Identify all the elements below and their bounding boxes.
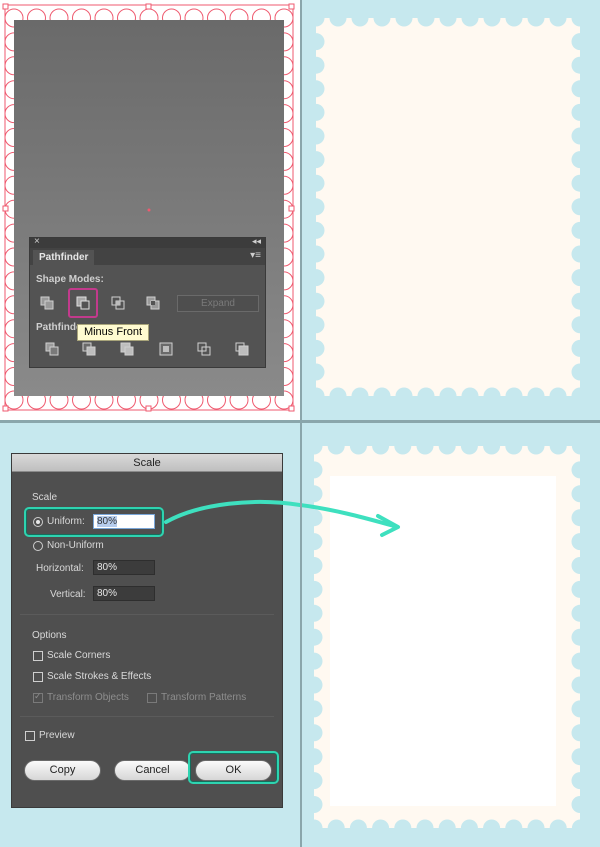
perforation <box>571 245 589 263</box>
unite-icon <box>40 296 54 310</box>
outline-icon <box>197 342 211 356</box>
crop-icon <box>159 342 173 356</box>
stamp-shape <box>307 9 589 405</box>
minus-front-button[interactable] <box>73 294 93 312</box>
trim-button[interactable] <box>79 340 99 358</box>
perforation <box>527 387 545 405</box>
panel-divider-vertical <box>300 0 302 847</box>
merge-button[interactable] <box>117 340 137 358</box>
expand-button[interactable]: Expand <box>177 295 259 312</box>
perforation <box>307 363 325 381</box>
perforation <box>549 387 567 405</box>
perforation <box>461 9 479 27</box>
perforation <box>571 127 589 145</box>
perforation <box>307 127 325 145</box>
perforation <box>351 387 369 405</box>
panel-tabbar: Pathfinder ▾≡ <box>30 248 265 265</box>
perforation <box>571 221 589 239</box>
perforation <box>307 316 325 334</box>
pathfinder-panel: × ◂◂ Pathfinder ▾≡ Shape Modes: Expand P… <box>29 236 266 368</box>
perforation <box>307 387 325 405</box>
collapse-icon[interactable]: ◂◂ <box>252 236 261 247</box>
perforation <box>307 33 325 51</box>
perforation <box>373 9 391 27</box>
perforation <box>461 387 479 405</box>
perforation <box>395 9 413 27</box>
perforation <box>571 80 589 98</box>
perforation <box>395 387 413 405</box>
perforation <box>571 316 589 334</box>
minus-back-icon <box>235 342 249 356</box>
perforation <box>571 33 589 51</box>
perforation <box>571 339 589 357</box>
merge-icon <box>120 342 134 356</box>
close-icon[interactable]: × <box>34 236 40 247</box>
divide-icon <box>45 342 59 356</box>
perforation <box>483 9 501 27</box>
shape-modes-label: Shape Modes: <box>36 274 104 285</box>
arrow-head <box>302 503 400 537</box>
intersect-button[interactable] <box>108 294 128 312</box>
perforation <box>307 292 325 310</box>
perforation <box>439 387 457 405</box>
perforation <box>571 151 589 169</box>
result-stamp-panel <box>302 0 600 420</box>
perforation <box>307 9 325 27</box>
perforation <box>307 103 325 121</box>
perforation <box>307 339 325 357</box>
perforation <box>307 174 325 192</box>
exclude-button[interactable] <box>143 294 163 312</box>
perforation <box>571 292 589 310</box>
perforation <box>527 9 545 27</box>
perforation <box>571 174 589 192</box>
exclude-icon <box>146 296 160 310</box>
perforation <box>505 9 523 27</box>
perforation <box>571 387 589 405</box>
minus-front-tooltip: Minus Front <box>77 324 149 341</box>
perforation <box>549 9 567 27</box>
crop-button[interactable] <box>156 340 176 358</box>
unite-button[interactable] <box>37 294 57 312</box>
panel-titlebar: × ◂◂ <box>30 236 265 248</box>
perforation <box>373 387 391 405</box>
perforation <box>571 198 589 216</box>
outline-button[interactable] <box>194 340 214 358</box>
scale-dialog-panel: Scale Scale Uniform: 80% Non-Uniform Hor… <box>0 423 300 847</box>
perforation <box>571 9 589 27</box>
perforation <box>571 269 589 287</box>
perforation <box>329 387 347 405</box>
perforation <box>307 221 325 239</box>
perforation <box>417 387 435 405</box>
panel-menu-icon[interactable]: ▾≡ <box>250 250 261 261</box>
intersect-icon <box>111 296 125 310</box>
perforation <box>307 269 325 287</box>
perforation <box>483 387 501 405</box>
tab-pathfinder[interactable]: Pathfinder <box>33 250 95 265</box>
perforation <box>351 9 369 27</box>
arrow-annotation <box>164 500 300 524</box>
perforation <box>439 9 457 27</box>
scaled-stamp-panel <box>302 423 600 847</box>
perforation <box>571 363 589 381</box>
minus-back-button[interactable] <box>232 340 252 358</box>
perforation <box>329 9 347 27</box>
perforation <box>417 9 435 27</box>
divide-button[interactable] <box>42 340 62 358</box>
perforation <box>571 103 589 121</box>
perforation <box>505 387 523 405</box>
perforation <box>307 151 325 169</box>
perforation <box>307 80 325 98</box>
perforation <box>571 56 589 74</box>
minus-front-icon <box>76 296 90 310</box>
perforation <box>307 56 325 74</box>
artboard-selected-stamp: × ◂◂ Pathfinder ▾≡ Shape Modes: Expand P… <box>0 0 300 420</box>
perforation <box>307 198 325 216</box>
trim-icon <box>82 342 96 356</box>
perforation <box>307 245 325 263</box>
